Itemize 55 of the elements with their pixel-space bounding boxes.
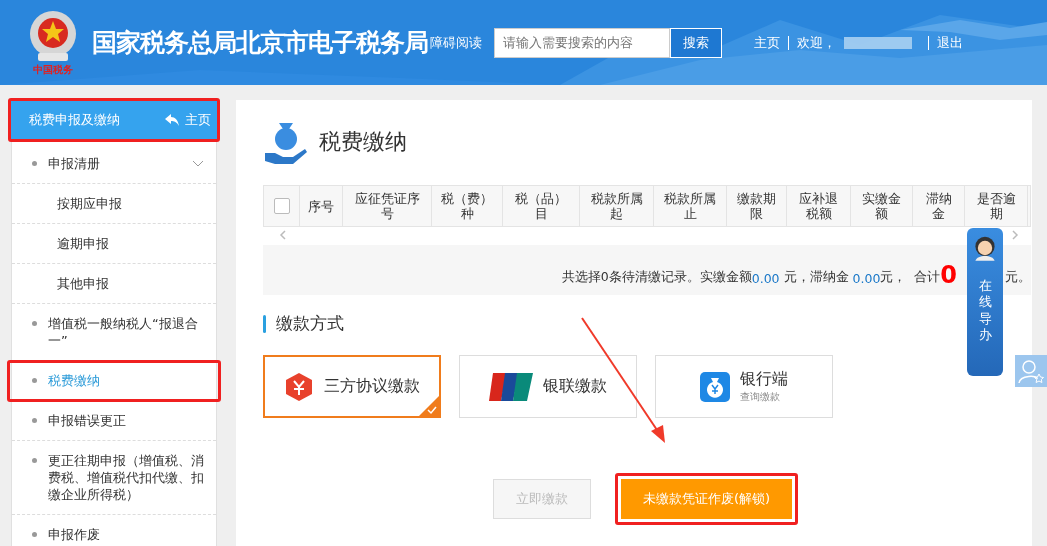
sidebar-item[interactable]: 申报清册 bbox=[12, 144, 216, 184]
site-title: 国家税务总局北京市电子税务局 bbox=[92, 27, 428, 59]
section-title: 缴款方式 bbox=[276, 312, 344, 335]
column-header: 税（品）目 bbox=[503, 186, 580, 226]
column-header: 是否逾期 bbox=[965, 186, 1028, 226]
payment-method-option[interactable]: 三方协议缴款 bbox=[263, 355, 441, 418]
paid-amount: 0.00 bbox=[751, 271, 780, 286]
late-fee-amount: 0.00 bbox=[852, 271, 881, 286]
payment-method-label: 银联缴款 bbox=[543, 376, 607, 397]
column-header: 税款所属起 bbox=[580, 186, 654, 226]
summary-text: 元， 合计 bbox=[880, 269, 941, 286]
reply-arrow-icon bbox=[165, 114, 179, 126]
money-bag-icon bbox=[700, 371, 730, 402]
card-logo-icon bbox=[489, 372, 533, 401]
payment-method-option[interactable]: 银联缴款 bbox=[459, 355, 637, 418]
column-header: 应征凭证序号 bbox=[343, 186, 432, 226]
online-help-label: 在线导办 bbox=[978, 278, 992, 343]
welcome-text: 欢迎， bbox=[797, 33, 836, 52]
column-header: 实缴金额 bbox=[851, 186, 913, 226]
online-help-widget[interactable]: 在线导办 bbox=[967, 228, 1003, 376]
sidebar-subitem[interactable]: 其他申报 bbox=[12, 264, 216, 304]
scroll-left-icon[interactable] bbox=[279, 230, 287, 240]
column-header: 缴款期限 bbox=[727, 186, 787, 226]
summary-text: 元。 bbox=[1005, 269, 1031, 286]
sidebar-item[interactable]: 更正往期申报（增值税、消费税、增值税代扣代缴、扣缴企业所得税） bbox=[12, 441, 216, 515]
user-icon-button[interactable] bbox=[1015, 355, 1047, 387]
column-header: 滞纳金 bbox=[913, 186, 965, 226]
select-all-checkbox[interactable] bbox=[273, 198, 290, 214]
accessibility-link[interactable]: 障碍阅读 bbox=[430, 33, 482, 52]
payment-method-label: 三方协议缴款 bbox=[324, 376, 420, 397]
sidebar-subitem[interactable]: 按期应申报 bbox=[12, 184, 216, 224]
cube-yuan-icon bbox=[284, 371, 314, 402]
search-button[interactable]: 搜索 bbox=[670, 27, 722, 58]
checkmark-icon bbox=[419, 396, 439, 416]
payment-method-label: 银行端 bbox=[740, 369, 788, 390]
column-header: 序号 bbox=[300, 186, 343, 226]
logo-caption: 中国税务 bbox=[33, 62, 73, 77]
sidebar-item[interactable]: 增值税一般纳税人“报退合一” bbox=[12, 304, 216, 361]
user-star-icon bbox=[1017, 357, 1045, 385]
total-amount: 0 bbox=[940, 264, 957, 286]
chevron-icon bbox=[192, 160, 204, 168]
payment-method-sublabel: 查询缴款 bbox=[740, 390, 781, 404]
column-header: 税（费）种 bbox=[432, 186, 503, 226]
sidebar-title: 税费申报及缴纳 bbox=[29, 111, 120, 129]
summary-text: 共选择0条待清缴记录。实缴金额 bbox=[561, 269, 752, 286]
page-title: 税费缴纳 bbox=[319, 128, 407, 156]
payment-method-option[interactable]: 银行端 查询缴款 bbox=[655, 355, 833, 418]
sidebar-subitem[interactable]: 逾期申报 bbox=[12, 224, 216, 264]
column-header: 税款所属止 bbox=[654, 186, 727, 226]
sidebar-item[interactable]: 申报错误更正 bbox=[12, 401, 216, 441]
sidebar-item[interactable]: 申报作废 bbox=[12, 515, 216, 546]
summary-text: 元，滞纳金 bbox=[782, 269, 850, 286]
column-header: 应补退税额 bbox=[787, 186, 851, 226]
scroll-right-icon[interactable] bbox=[1011, 230, 1019, 240]
search-field[interactable]: 请输入需要搜索的内容 bbox=[494, 27, 670, 58]
